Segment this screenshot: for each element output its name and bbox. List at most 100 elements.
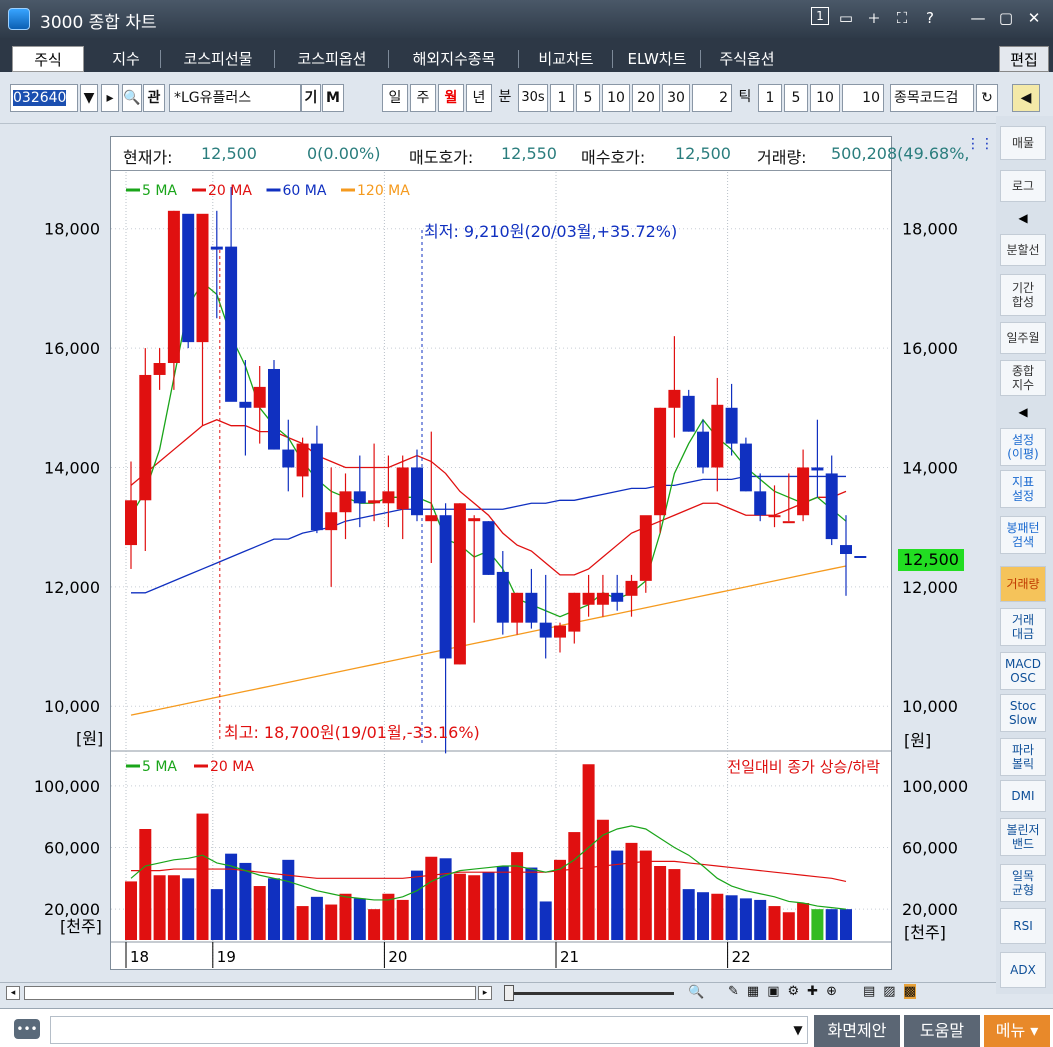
volume-axis-label-right: 60,000	[902, 839, 958, 858]
zoom-icon[interactable]: ⊕	[826, 984, 837, 999]
period-month[interactable]: 월	[438, 84, 464, 112]
period-30s[interactable]: 30s	[518, 84, 548, 112]
tick-10[interactable]: 10	[810, 84, 840, 112]
tab-overseas-index[interactable]: 해외지수종목	[392, 46, 516, 72]
bid-label: 매수호가:	[581, 148, 646, 167]
sidebar-item[interactable]: 거래량	[1000, 566, 1046, 602]
volume-value: 500,208(49.68%,	[831, 144, 970, 163]
stock-code-search[interactable]: 종목코드검	[890, 84, 974, 112]
tab-compare-chart[interactable]: 비교차트	[522, 46, 610, 72]
help-button[interactable]: 도움말	[904, 1015, 980, 1047]
tab-elw-chart[interactable]: ELW차트	[616, 46, 698, 72]
table-icon[interactable]: ▦	[747, 984, 759, 999]
draw-tool-icon[interactable]: ✎	[728, 984, 739, 999]
maximize-icon[interactable]: ▢	[995, 7, 1017, 29]
tab-stock[interactable]: 주식	[12, 46, 84, 72]
period-day[interactable]: 일	[382, 84, 408, 112]
suggest-screen-button[interactable]: 화면제안	[814, 1015, 900, 1047]
quote-info-bar: 현재가: 12,500 0(0.00%) 매도호가: 12,550 매수호가: …	[111, 137, 970, 171]
sidebar-item[interactable]: 지표 설정	[1000, 470, 1046, 508]
interval-20[interactable]: 20	[632, 84, 660, 112]
fullscreen-icon[interactable]: ⛶	[891, 7, 913, 29]
crosshair-icon[interactable]: ✚	[807, 984, 818, 999]
sidebar-item[interactable]: 로그	[1000, 170, 1046, 202]
chart-scroll-toolbar: ◂ ▸ 🔍 ✎ ▦ ▣ ⚙ ✚ ⊕ ▤ ▨ ▩	[0, 982, 996, 1002]
sidebar-item[interactable]: 볼린저 밴드	[1000, 818, 1046, 856]
volume-axis-label-left: 20,000	[44, 900, 100, 919]
image-icon[interactable]: ▣	[767, 984, 779, 999]
sidebar-item[interactable]: 종합 지수	[1000, 360, 1046, 396]
sidebar-collapse-icon[interactable]: ◀	[1000, 208, 1046, 228]
scroll-left-icon[interactable]: ◂	[6, 986, 20, 1000]
print-icon[interactable]: ▤	[863, 984, 875, 999]
sidebar-item[interactable]: 봉패턴 검색	[1000, 516, 1046, 554]
volume-unit-left: [천주]	[60, 917, 102, 936]
zoom-slider-track[interactable]	[514, 992, 674, 995]
period-year[interactable]: 년	[466, 84, 492, 112]
tab-kospi-options[interactable]: 코스피옵션	[278, 46, 386, 72]
sidebar-item[interactable]: 거래 대금	[1000, 608, 1046, 646]
sidebar-item[interactable]: 기간 합성	[1000, 274, 1046, 316]
sidebar-item[interactable]: 일주월	[1000, 322, 1046, 354]
interval-1[interactable]: 1	[550, 84, 574, 112]
sidebar-item[interactable]: ADX	[1000, 952, 1046, 988]
collapse-left-icon[interactable]: ◀	[1012, 84, 1040, 112]
stock-code-input[interactable]: 032640	[10, 84, 78, 112]
close-icon[interactable]: ✕	[1023, 7, 1045, 29]
edit-button[interactable]: 편집	[999, 46, 1049, 72]
next-arrow-icon[interactable]: ▸	[101, 84, 119, 112]
search-icon[interactable]: 🔍	[122, 84, 142, 112]
price-axis-label-right: 10,000	[902, 697, 958, 716]
price-axis-label-right: 14,000	[902, 458, 958, 477]
menu-button[interactable]: 메뉴 ▾	[984, 1015, 1050, 1047]
volume-axis-label-right: 20,000	[902, 900, 958, 919]
tick-count-input[interactable]: 2	[692, 84, 732, 112]
sidebar-item[interactable]: 일목 균형	[1000, 864, 1046, 902]
magnifier-icon[interactable]: 🔍	[688, 985, 704, 1000]
period-week[interactable]: 주	[410, 84, 436, 112]
sidebar-collapse-icon[interactable]: ◀	[1000, 402, 1046, 422]
gi-button[interactable]: 기	[301, 84, 321, 112]
save-icon[interactable]: ▩	[903, 984, 916, 999]
current-price-label: 현재가:	[123, 148, 173, 167]
period-minute[interactable]: 분	[494, 84, 516, 112]
sidebar-item[interactable]: MACD OSC	[1000, 652, 1046, 690]
message-dropdown-icon[interactable]: ▼	[788, 1017, 808, 1043]
code-dropdown-icon[interactable]: ▼	[80, 84, 98, 112]
settings-icon[interactable]: ⚙	[788, 984, 800, 999]
help-icon[interactable]: ?	[919, 7, 941, 29]
tab-index[interactable]: 지수	[96, 46, 156, 72]
export-icon[interactable]: ▨	[883, 984, 895, 999]
refresh-icon[interactable]: ↻	[976, 84, 998, 112]
scroll-track[interactable]	[24, 986, 476, 1000]
sidebar-item[interactable]: Stoc Slow	[1000, 694, 1046, 732]
screen-number-icon[interactable]: 1	[811, 7, 829, 25]
sidebar-item[interactable]: DMI	[1000, 780, 1046, 812]
tick-1[interactable]: 1	[758, 84, 782, 112]
sidebar-item[interactable]: 설정 (이평)	[1000, 428, 1046, 466]
zoom-slider-handle[interactable]	[504, 985, 514, 1001]
status-bar: ••• ▼ 화면제안 도움말 메뉴 ▾	[0, 1008, 1053, 1047]
tick-5[interactable]: 5	[784, 84, 808, 112]
pin-icon[interactable]: 🞣	[863, 7, 885, 29]
chart-toolbar: 032640 ▼ ▸ 🔍 관 *LG유플러스 기 M 일 주 월 년 분 30s…	[0, 72, 1053, 124]
interest-button[interactable]: 관	[143, 84, 165, 112]
window-title: 3000 종합 차트	[40, 13, 157, 33]
m-button[interactable]: M	[322, 84, 344, 112]
sidebar-item[interactable]: 파라 볼릭	[1000, 738, 1046, 776]
message-input[interactable]	[50, 1016, 808, 1044]
chat-icon[interactable]: •••	[14, 1019, 40, 1039]
sidebar-item[interactable]: 분할선	[1000, 234, 1046, 266]
sidebar-item[interactable]: 매물	[1000, 126, 1046, 160]
scroll-right-icon[interactable]: ▸	[478, 986, 492, 1000]
price-axis-label-left: 12,000	[44, 578, 100, 597]
tab-kospi-futures[interactable]: 코스피선물	[164, 46, 272, 72]
interval-5[interactable]: 5	[576, 84, 600, 112]
interval-30[interactable]: 30	[662, 84, 690, 112]
tab-stock-options[interactable]: 주식옵션	[704, 46, 790, 72]
sidebar-item[interactable]: RSI	[1000, 908, 1046, 944]
minimize-icon[interactable]: —	[967, 7, 989, 29]
interval-10[interactable]: 10	[602, 84, 630, 112]
split-screen-icon[interactable]: ▭	[835, 7, 857, 29]
tick-count2-input[interactable]: 10	[842, 84, 884, 112]
